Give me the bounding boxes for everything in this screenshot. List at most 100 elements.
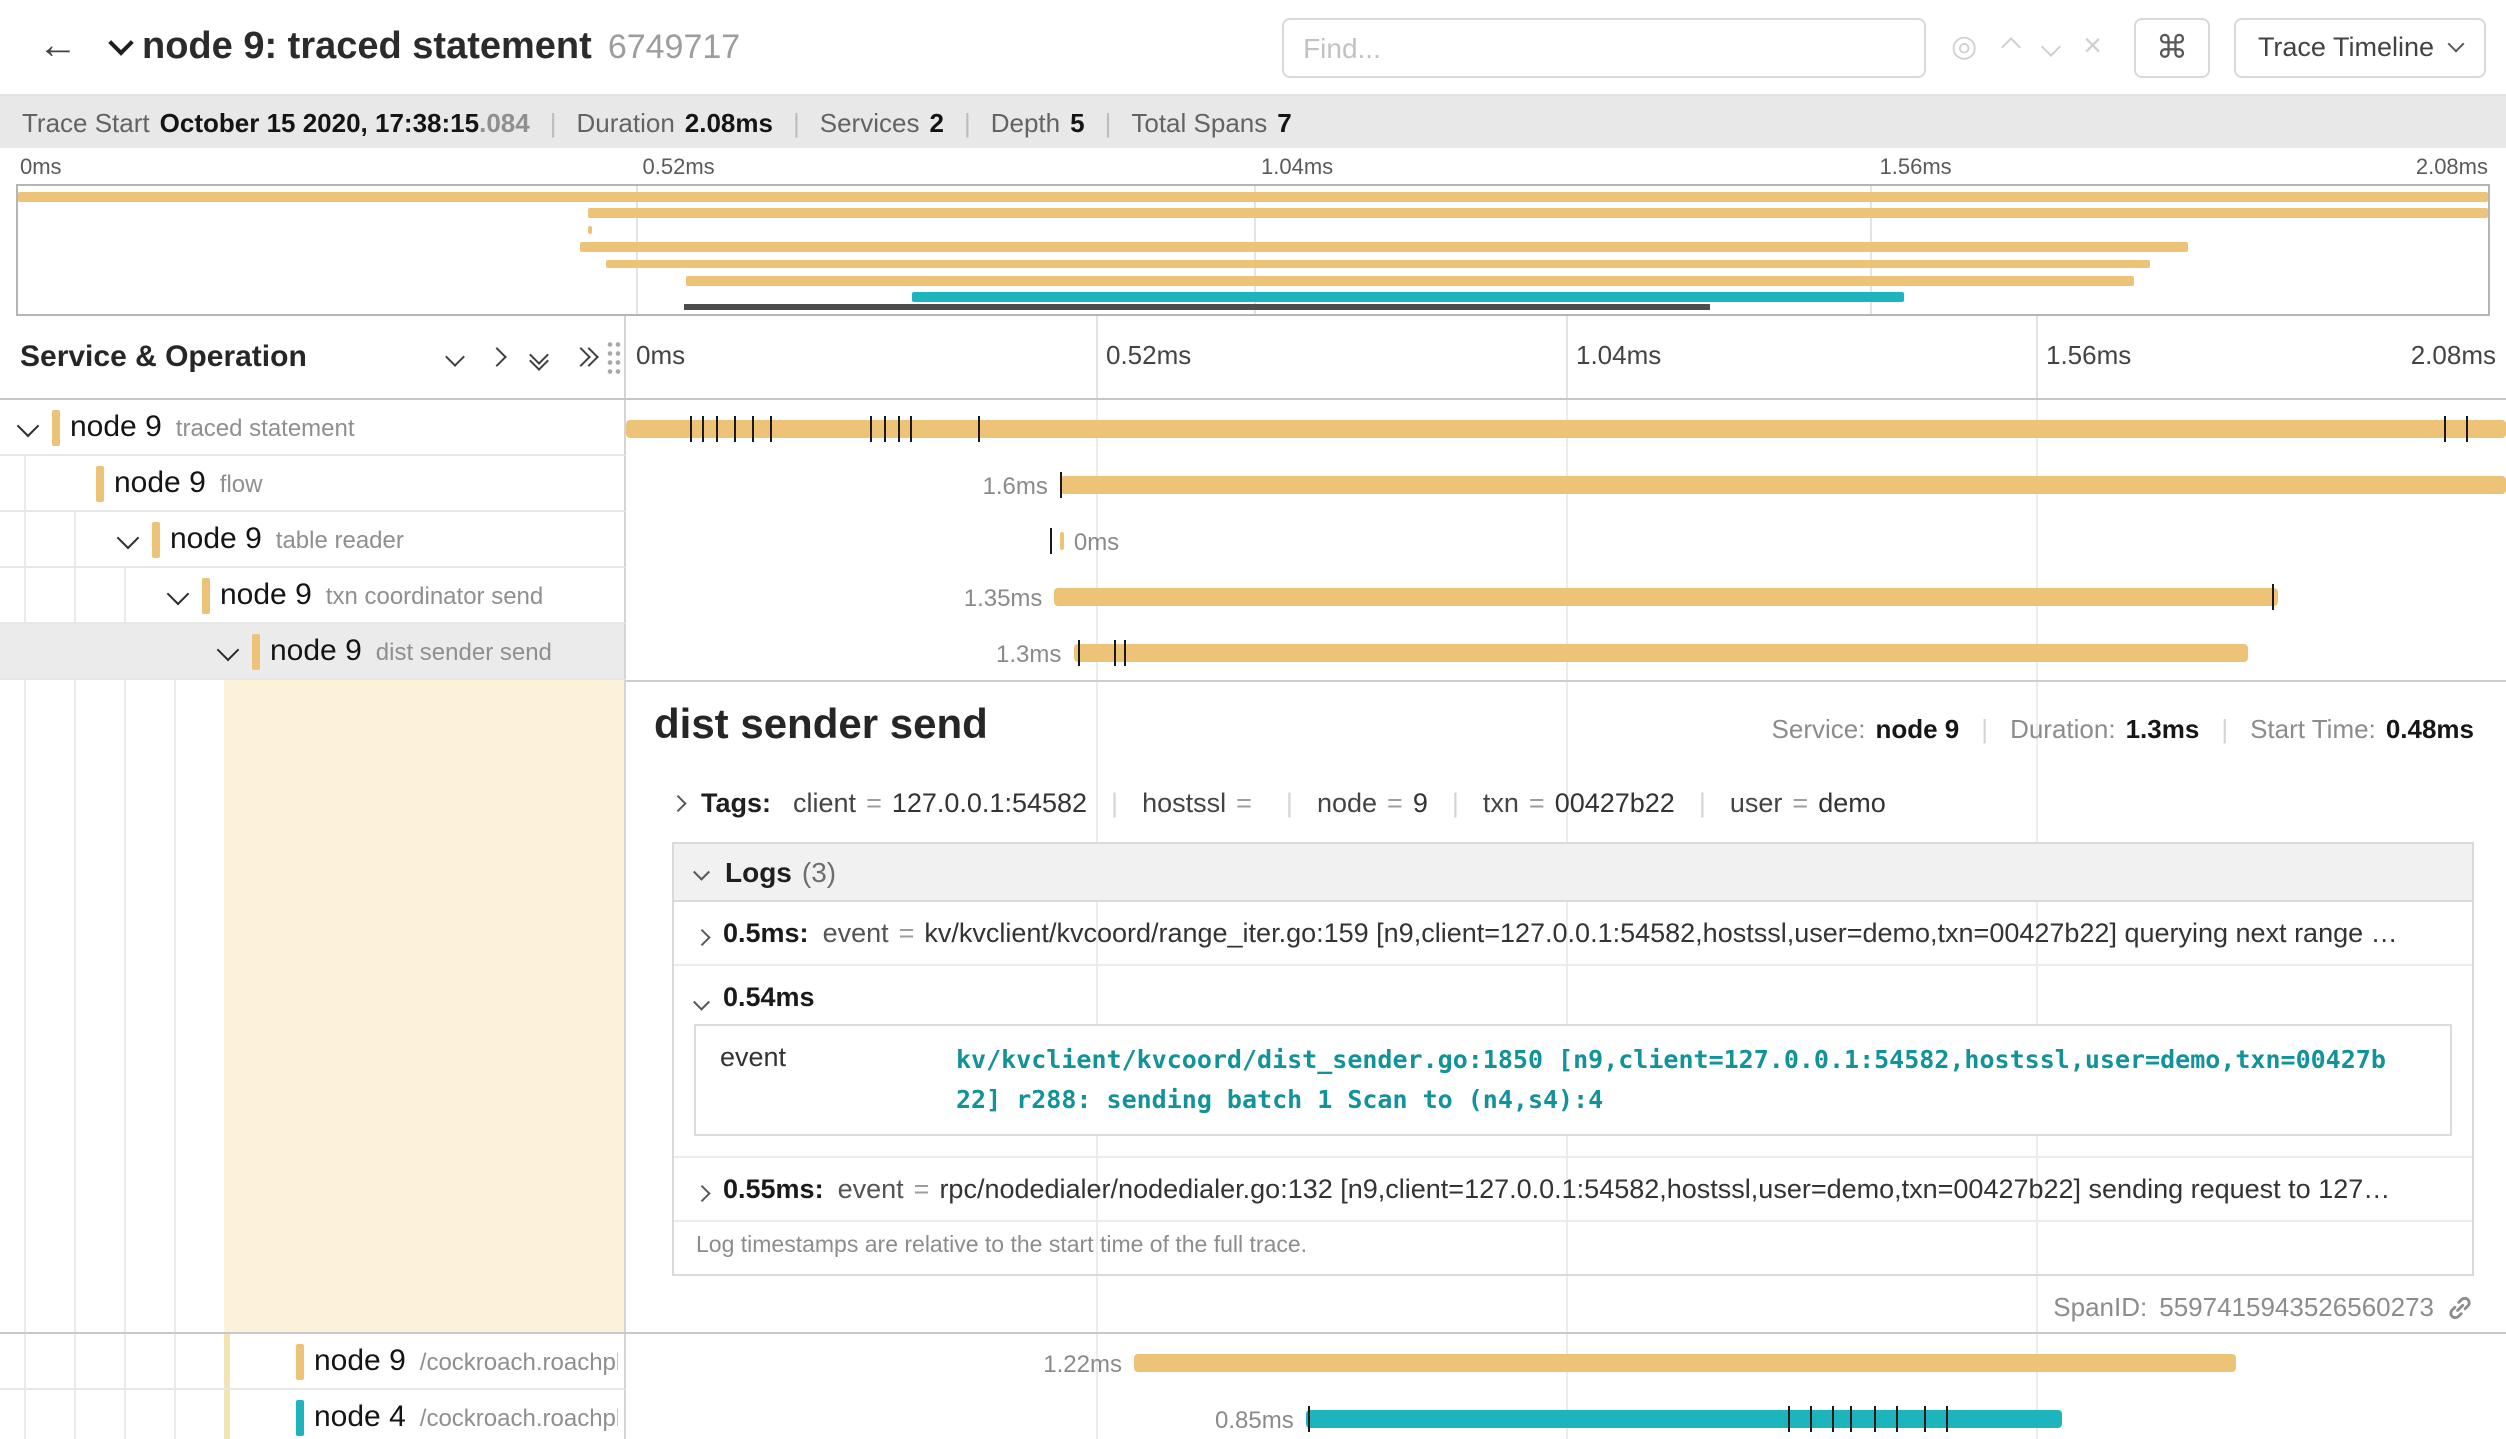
service-color-bar bbox=[202, 578, 210, 614]
link-icon[interactable] bbox=[2446, 1293, 2474, 1321]
span-name-cell[interactable]: node 9txn coordinator send bbox=[0, 568, 626, 624]
span-row[interactable]: node 9table reader0ms bbox=[0, 512, 2506, 568]
keyboard-shortcuts-button[interactable]: ⌘ bbox=[2134, 17, 2210, 77]
chevron-down-icon bbox=[694, 864, 710, 880]
indent-guide bbox=[24, 456, 26, 510]
chevron-down-icon[interactable] bbox=[167, 583, 190, 606]
detail-operation-title: dist sender send bbox=[654, 702, 988, 750]
span-name-cell[interactable]: node 9/cockroach.roachpb.I… bbox=[0, 1334, 626, 1390]
minimap-axis: 0ms0.52ms1.04ms1.56ms2.08ms bbox=[16, 152, 2490, 184]
tag: txn=00427b22 bbox=[1483, 788, 1675, 818]
span-id-value: 5597415943526560273 bbox=[2159, 1292, 2434, 1322]
span-timeline-cell[interactable]: 0ms bbox=[626, 512, 2506, 568]
minimap-scrubber[interactable] bbox=[685, 304, 1710, 310]
log-marker bbox=[1049, 527, 1051, 553]
log-marker bbox=[979, 415, 981, 441]
indent-guide bbox=[174, 680, 176, 1332]
span-duration-bar[interactable] bbox=[1134, 1353, 2237, 1371]
span-duration-bar[interactable] bbox=[1073, 643, 2248, 661]
log-marker bbox=[716, 415, 718, 441]
summary-label: Duration bbox=[577, 107, 675, 137]
command-icon: ⌘ bbox=[2156, 27, 2188, 67]
operation-name: table reader bbox=[276, 525, 404, 553]
trace-view-dropdown-label: Trace Timeline bbox=[2258, 32, 2434, 62]
collapse-one-button[interactable] bbox=[448, 350, 462, 364]
span-timeline-cell[interactable]: 1.35ms bbox=[626, 568, 2506, 624]
span-duration-bar[interactable] bbox=[626, 419, 2506, 437]
service-name: node 9 bbox=[220, 578, 312, 612]
span-timeline-cell[interactable]: 1.3ms bbox=[626, 624, 2506, 680]
summary-separator: | bbox=[550, 107, 557, 137]
service-name: node 9 bbox=[70, 410, 162, 444]
back-button[interactable]: ← bbox=[20, 24, 96, 70]
span-name: node 4/cockroach.roachpb.I… bbox=[314, 1390, 618, 1439]
span-duration-bar[interactable] bbox=[1306, 1409, 2062, 1427]
span-row[interactable]: node 9dist sender send 1.3ms bbox=[0, 624, 2506, 680]
span-name-cell[interactable]: node 9table reader bbox=[0, 512, 626, 568]
equals-sign: = bbox=[1529, 788, 1545, 818]
chevron-down-icon[interactable] bbox=[117, 527, 140, 550]
span-name-cell[interactable]: node 9dist sender send bbox=[0, 624, 626, 680]
duration-label: 1.22ms bbox=[1043, 1349, 1122, 1377]
service-name: node 9 bbox=[270, 634, 362, 668]
chevron-down-icon[interactable] bbox=[17, 415, 40, 438]
span-timeline-cell[interactable]: 1.6ms bbox=[626, 456, 2506, 512]
chevron-down-icon[interactable] bbox=[217, 639, 240, 662]
log-marker bbox=[2271, 583, 2273, 609]
span-timeline-cell[interactable] bbox=[626, 400, 2506, 456]
top-bar: ← node 9: traced statement 6749717 ◎ × ⌘… bbox=[0, 0, 2506, 96]
title-chevron-down-icon[interactable] bbox=[112, 42, 130, 52]
find-input[interactable] bbox=[1281, 17, 1925, 77]
minimap-canvas[interactable] bbox=[16, 184, 2490, 316]
tags-row[interactable]: Tags: client=127.0.0.1:54582|hostssl=|no… bbox=[654, 788, 2474, 818]
span-timeline-cell[interactable]: 0.85ms bbox=[626, 1390, 2506, 1439]
log-marker bbox=[1125, 639, 1127, 665]
minimap-tick-label: 1.56ms bbox=[1880, 156, 1952, 180]
log-entry-header[interactable]: 0.54ms bbox=[674, 966, 2472, 1020]
focus-icon[interactable]: ◎ bbox=[1951, 32, 1977, 62]
span-name-cell[interactable]: node 9traced statement bbox=[0, 400, 626, 456]
column-resizer[interactable] bbox=[606, 339, 622, 375]
span-row[interactable]: node 9flow1.6ms bbox=[0, 456, 2506, 512]
span-row[interactable]: node 4/cockroach.roachpb.I…0.85ms bbox=[0, 1390, 2506, 1439]
indent-guide bbox=[74, 1390, 76, 1439]
prev-result-button[interactable] bbox=[2003, 40, 2017, 54]
indent-guide bbox=[174, 1390, 176, 1439]
tag-separator: | bbox=[1286, 788, 1293, 818]
chevron-up-icon bbox=[2000, 37, 2020, 57]
span-timeline-cell[interactable]: 1.22ms bbox=[626, 1334, 2506, 1390]
log-marker bbox=[1308, 1405, 1310, 1431]
indent-guide bbox=[24, 1390, 26, 1439]
expand-one-button[interactable] bbox=[490, 350, 504, 364]
span-duration-bar[interactable] bbox=[1060, 531, 1064, 549]
span-name-cell[interactable]: node 9flow bbox=[0, 456, 626, 512]
span-id-label: SpanID: bbox=[2053, 1292, 2147, 1322]
log-entry[interactable]: 0.5ms:event=kv/kvclient/kvcoord/range_it… bbox=[674, 902, 2472, 966]
span-row[interactable]: node 9/cockroach.roachpb.I… 1.22ms bbox=[0, 1334, 2506, 1390]
log-entry[interactable]: 0.55ms:event=rpc/nodedialer/nodedialer.g… bbox=[674, 1158, 2472, 1222]
logs-header[interactable]: Logs (3) bbox=[674, 844, 2472, 902]
span-name-cell[interactable]: node 4/cockroach.roachpb.I… bbox=[0, 1390, 626, 1439]
equals-sign: = bbox=[899, 918, 915, 948]
span-row[interactable]: node 9txn coordinator send1.35ms bbox=[0, 568, 2506, 624]
log-marker bbox=[1946, 1405, 1948, 1431]
span-duration-bar[interactable] bbox=[1054, 587, 2277, 605]
log-value: rpc/nodedialer/nodedialer.go:132 [n9,cli… bbox=[939, 1174, 2390, 1204]
span-name: node 9table reader bbox=[170, 512, 618, 566]
expand-all-button[interactable] bbox=[574, 350, 596, 364]
span-duration-bar[interactable] bbox=[1060, 475, 2506, 493]
summary-separator: | bbox=[964, 107, 971, 137]
ruler-tick-label: 0.52ms bbox=[1106, 340, 1191, 370]
minimap-tick-label: 1.04ms bbox=[1261, 156, 1333, 180]
next-result-button[interactable] bbox=[2043, 40, 2057, 54]
clear-find-button[interactable]: × bbox=[2083, 31, 2102, 63]
tag-value: demo bbox=[1818, 788, 1886, 818]
trace-view-dropdown[interactable]: Trace Timeline bbox=[2234, 17, 2486, 77]
minimap-span-bar bbox=[606, 259, 2150, 268]
tree-controls bbox=[448, 347, 596, 367]
log-marker bbox=[1078, 639, 1080, 665]
collapse-all-button[interactable] bbox=[532, 347, 546, 367]
span-row[interactable]: node 9traced statement bbox=[0, 400, 2506, 456]
close-icon: × bbox=[2083, 31, 2102, 63]
duration-label: 1.3ms bbox=[996, 639, 1061, 667]
